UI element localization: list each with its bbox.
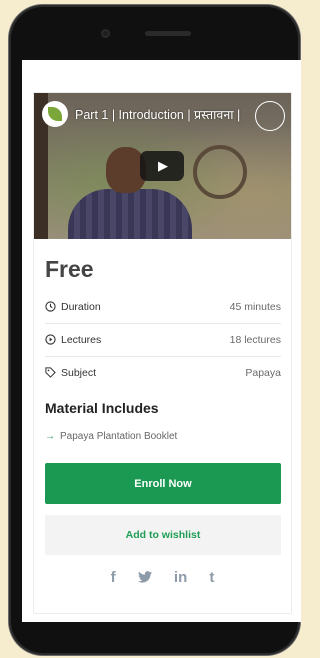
material-item: → Papaya Plantation Booklet	[45, 431, 177, 442]
detail-label: Lectures	[61, 334, 102, 346]
clock-icon	[45, 301, 56, 312]
channel-logo[interactable]	[42, 101, 68, 127]
detail-label: Subject	[61, 367, 97, 379]
detail-value: Papaya	[245, 367, 281, 379]
twitter-icon[interactable]	[137, 569, 152, 586]
leaf-icon	[48, 107, 62, 121]
materials-title: Material Includes	[45, 400, 159, 416]
video-player[interactable]: Part 1 | Introduction | प्रस्तावना | ▶	[34, 93, 291, 239]
social-share-bar: f in t	[34, 569, 291, 586]
detail-row-duration: Duration 45 minutes	[45, 291, 281, 324]
speaker-grille	[145, 31, 191, 36]
linkedin-icon[interactable]: in	[174, 569, 187, 586]
tumblr-icon[interactable]: t	[209, 569, 214, 586]
tag-icon	[45, 367, 56, 378]
facebook-icon[interactable]: f	[111, 569, 116, 586]
detail-value: 45 minutes	[229, 301, 281, 313]
arrow-right-icon: →	[45, 431, 55, 442]
detail-row-lectures: Lectures 18 lectures	[45, 324, 281, 357]
watermark-logo	[255, 101, 285, 131]
video-scene-person	[68, 189, 192, 239]
video-title[interactable]: Part 1 | Introduction | प्रस्तावना |	[75, 106, 240, 123]
course-card: Part 1 | Introduction | प्रस्तावना | ▶ F…	[33, 92, 292, 614]
play-circle-icon	[45, 334, 56, 345]
screen: Part 1 | Introduction | प्रस्तावना | ▶ F…	[22, 60, 301, 622]
detail-label: Duration	[61, 301, 101, 313]
play-icon: ▶	[158, 158, 168, 173]
material-item-label: Papaya Plantation Booklet	[60, 431, 178, 442]
front-camera	[101, 29, 110, 38]
course-price: Free	[45, 256, 94, 282]
play-button[interactable]: ▶	[140, 151, 184, 181]
add-to-wishlist-button[interactable]: Add to wishlist	[45, 515, 281, 555]
video-scene-wheel	[193, 145, 247, 199]
detail-row-subject: Subject Papaya	[45, 357, 281, 389]
detail-value: 18 lectures	[229, 334, 281, 346]
enroll-now-button[interactable]: Enroll Now	[45, 463, 281, 504]
